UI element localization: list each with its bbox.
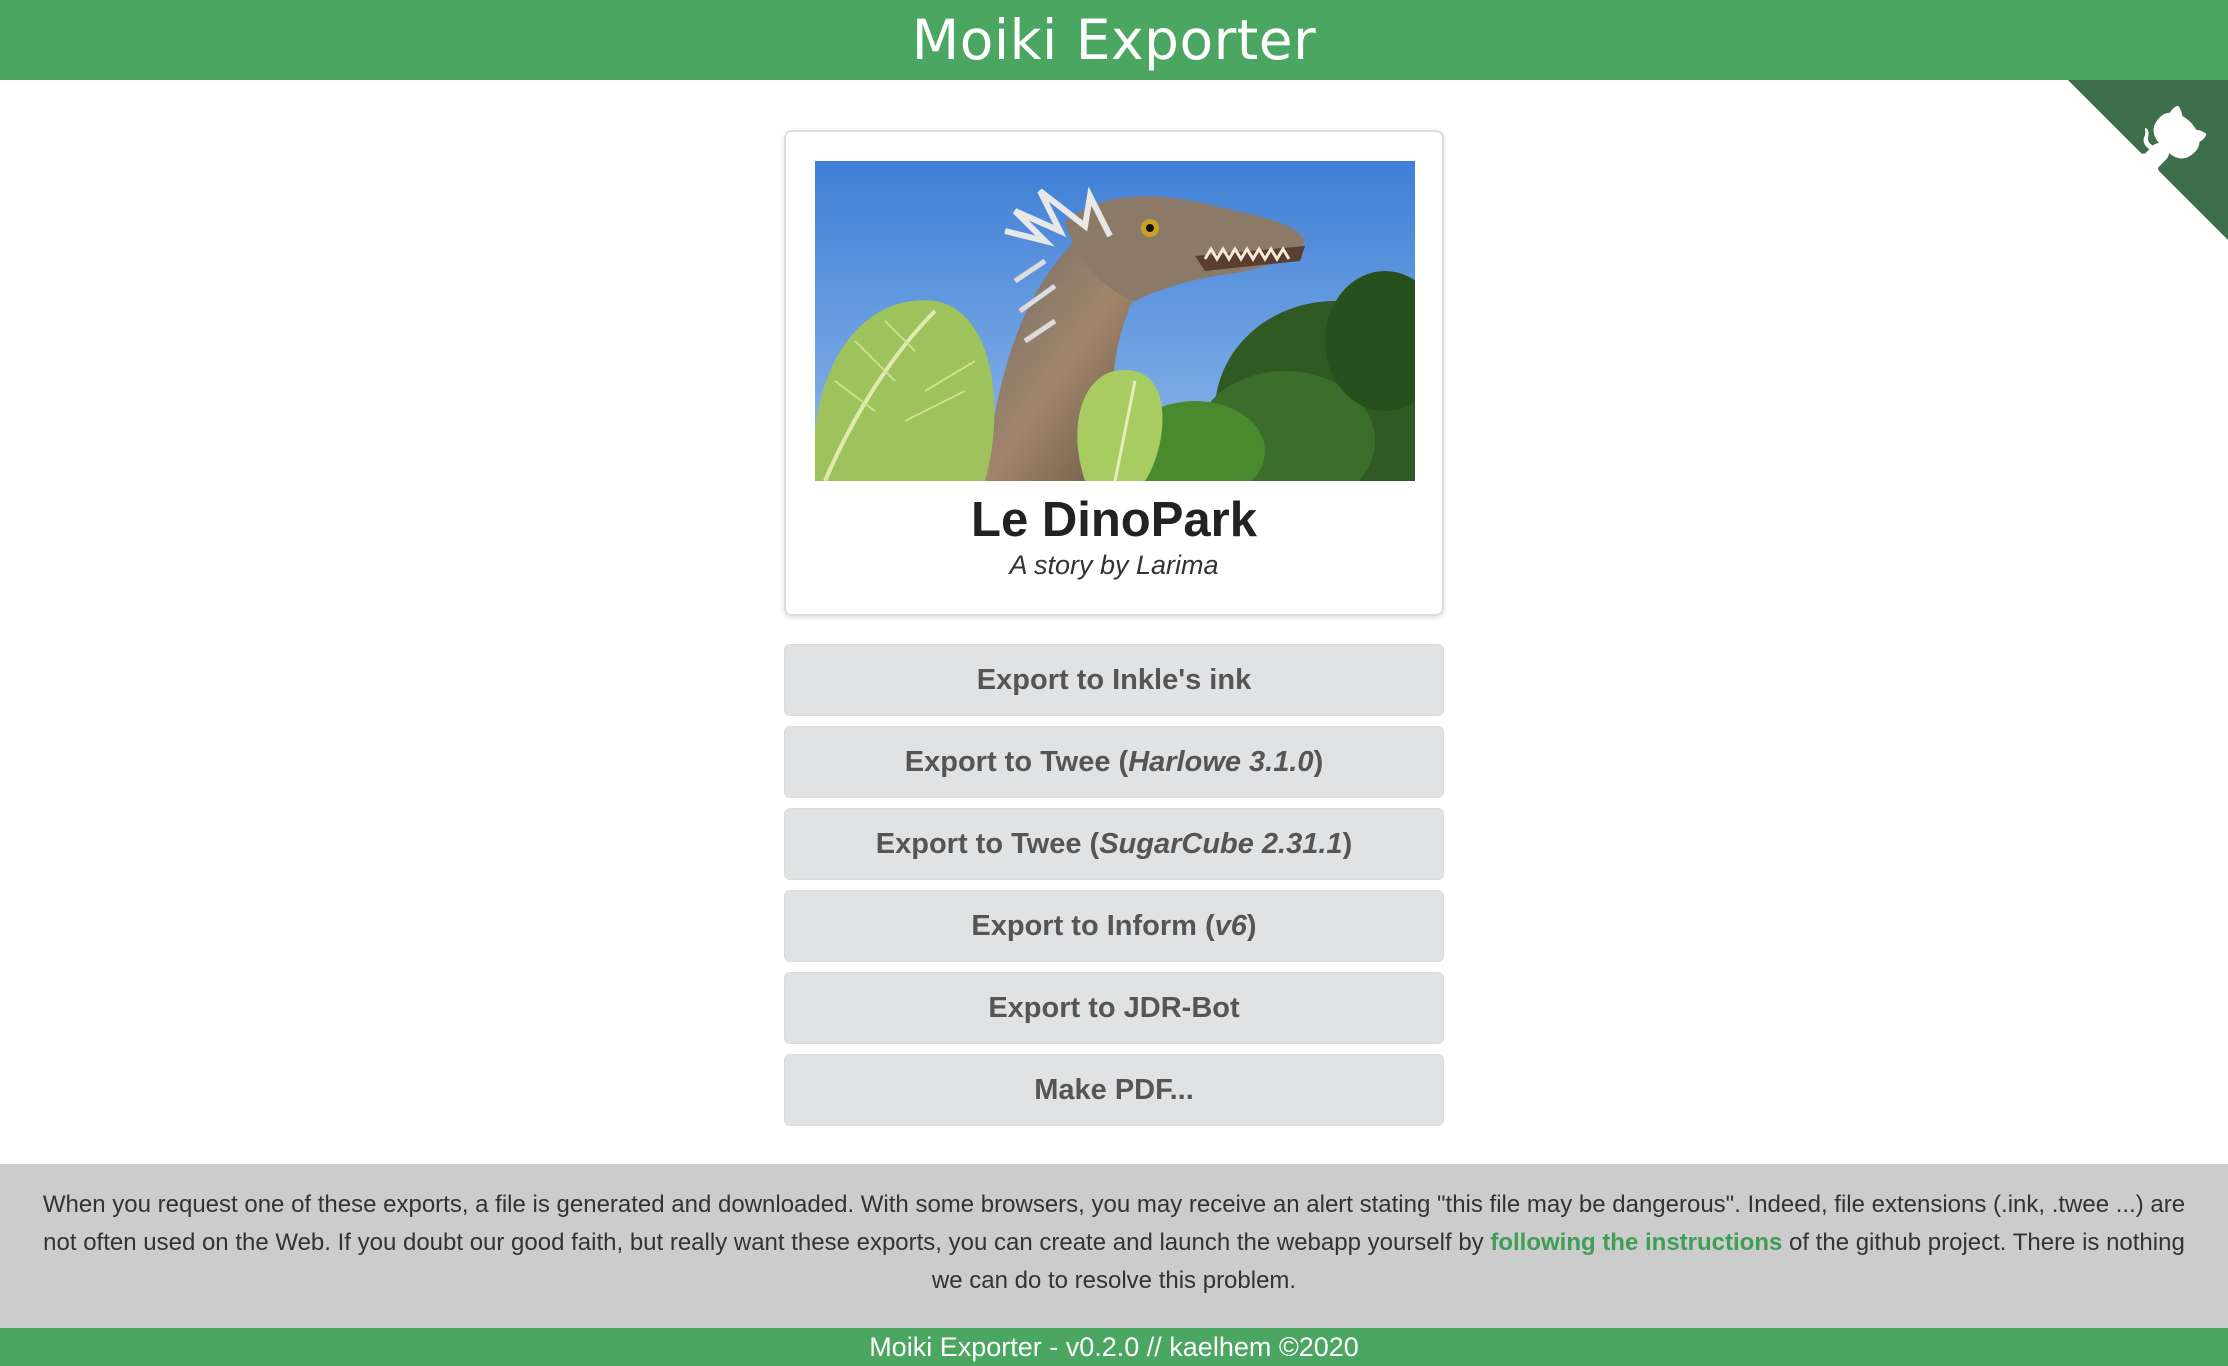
button-label: Export to Inform ( [971, 909, 1215, 942]
app-footer: Moiki Exporter - v0.2.0 // kaelhem ©2020 [0, 1328, 2228, 1366]
download-notice: When you request one of these exports, a… [0, 1164, 2228, 1328]
export-twee-sugarcube-button[interactable]: Export to Twee (SugarCube 2.31.1) [784, 808, 1444, 880]
button-label-version: v6 [1214, 909, 1247, 942]
story-card: Le DinoPark A story by Larima [784, 130, 1444, 616]
export-actions: Export to Inkle's ink Export to Twee (Ha… [784, 644, 1444, 1136]
button-label: Export to Twee ( [875, 827, 1100, 860]
story-author: A story by Larima [1009, 550, 1219, 580]
export-ink-button[interactable]: Export to Inkle's ink [784, 644, 1444, 716]
button-label: Make PDF... [1034, 1073, 1194, 1106]
story-title: Le DinoPark [971, 493, 1257, 547]
app-header: Moiki Exporter [0, 0, 2228, 80]
app-title: Moiki Exporter [911, 8, 1317, 72]
instructions-link[interactable]: following the instructions [1490, 1229, 1782, 1256]
button-label-version: SugarCube 2.31.1 [1099, 827, 1343, 860]
octocat-icon [2068, 80, 2228, 240]
button-label: Export to Inkle's ink [976, 663, 1252, 696]
dinosaur-illustration [815, 161, 1415, 481]
button-label-suffix: ) [1342, 827, 1353, 860]
button-label: Export to Twee ( [904, 745, 1129, 778]
button-label-version: Harlowe 3.1.0 [1128, 745, 1314, 778]
button-label-suffix: ) [1246, 909, 1257, 942]
export-inform-button[interactable]: Export to Inform (v6) [784, 890, 1444, 962]
footer-text: Moiki Exporter - v0.2.0 // kaelhem ©2020 [869, 1331, 1359, 1362]
button-label: Export to JDR-Bot [988, 991, 1240, 1024]
button-label-suffix: ) [1313, 745, 1324, 778]
export-twee-harlowe-button[interactable]: Export to Twee (Harlowe 3.1.0) [784, 726, 1444, 798]
github-corner-link[interactable] [2068, 80, 2228, 240]
export-jdr-bot-button[interactable]: Export to JDR-Bot [784, 972, 1444, 1044]
make-pdf-button[interactable]: Make PDF... [784, 1054, 1444, 1126]
story-cover-image [815, 161, 1415, 481]
